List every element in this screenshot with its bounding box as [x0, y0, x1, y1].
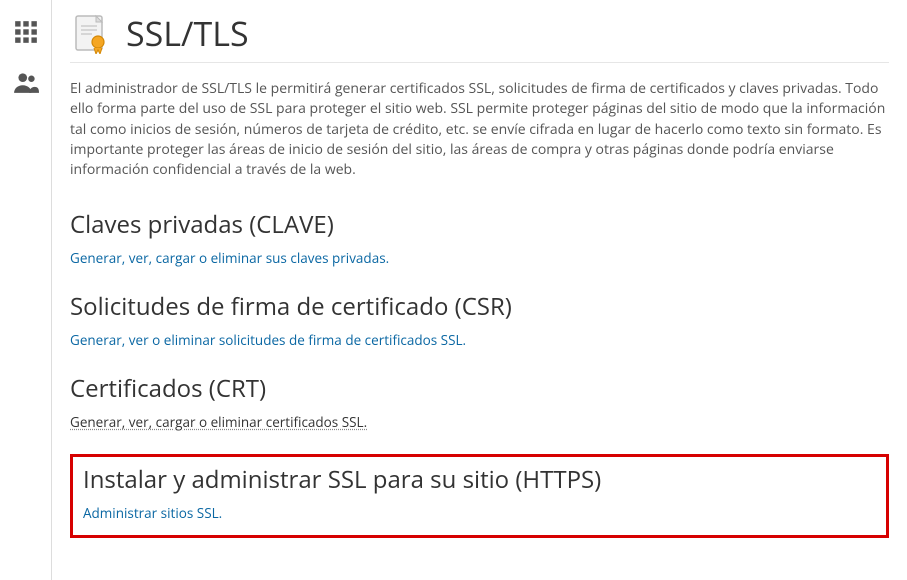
users-icon: [13, 69, 39, 100]
link-install[interactable]: Administrar sitios SSL.: [83, 504, 222, 522]
sidebar-item-apps[interactable]: [10, 18, 42, 50]
section-crt: Certificados (CRT) Generar, ver, cargar …: [70, 372, 889, 432]
section-csr: Solicitudes de firma de certificado (CSR…: [70, 290, 889, 350]
section-install: Instalar y administrar SSL para su sitio…: [83, 463, 876, 523]
apps-icon: [13, 19, 39, 50]
heading-install: Instalar y administrar SSL para su sitio…: [83, 463, 876, 496]
ssl-certificate-icon: [70, 12, 112, 54]
heading-csr: Solicitudes de firma de certificado (CSR…: [70, 290, 889, 323]
intro-text: El administrador de SSL/TLS le permitirá…: [70, 79, 889, 180]
heading-crt: Certificados (CRT): [70, 372, 889, 405]
page-title: SSL/TLS: [126, 10, 249, 56]
section-private-keys: Claves privadas (CLAVE) Generar, ver, ca…: [70, 208, 889, 268]
divider: [70, 62, 889, 63]
main-content: SSL/TLS El administrador de SSL/TLS le p…: [52, 0, 907, 580]
highlight-install-ssl: Instalar y administrar SSL para su sitio…: [70, 454, 889, 538]
app-root: SSL/TLS El administrador de SSL/TLS le p…: [0, 0, 907, 580]
link-crt[interactable]: Generar, ver, cargar o eliminar certific…: [70, 413, 367, 431]
link-private-keys[interactable]: Generar, ver, cargar o eliminar sus clav…: [70, 249, 389, 267]
sidebar: [0, 0, 52, 580]
sidebar-item-users[interactable]: [10, 68, 42, 100]
heading-private-keys: Claves privadas (CLAVE): [70, 208, 889, 241]
link-csr[interactable]: Generar, ver o eliminar solicitudes de f…: [70, 331, 466, 349]
page-title-row: SSL/TLS: [70, 10, 889, 56]
